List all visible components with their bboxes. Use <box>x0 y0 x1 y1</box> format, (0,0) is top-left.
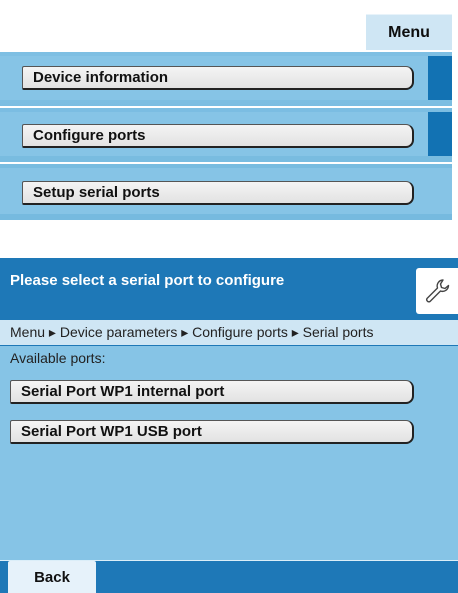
menu-divider <box>0 50 452 52</box>
serial-port-dialog: Please select a serial port to configure… <box>0 258 458 593</box>
dialog-footer: Back <box>0 560 458 593</box>
available-ports-label: Available ports: <box>10 350 106 366</box>
menu-divider <box>0 162 452 164</box>
dialog-header: Please select a serial port to configure <box>0 258 458 320</box>
breadcrumb: Menu ▸ Device parameters ▸ Configure por… <box>0 320 458 346</box>
back-button[interactable]: Back <box>8 561 96 593</box>
menu-divider <box>0 106 452 108</box>
menu-tab[interactable]: Menu <box>366 14 452 51</box>
menu-screen: Menu Device information Configure ports … <box>0 0 458 220</box>
menu-list: Device information Configure ports Setup… <box>0 50 452 220</box>
menu-row-indicator <box>428 56 452 100</box>
menu-row-indicator <box>428 112 452 156</box>
wrench-icon[interactable] <box>416 268 458 314</box>
setup-serial-ports-button[interactable]: Setup serial ports <box>22 181 414 205</box>
serial-port-internal-button[interactable]: Serial Port WP1 internal port <box>10 380 414 404</box>
dialog-title: Please select a serial port to configure <box>10 272 285 289</box>
device-information-button[interactable]: Device information <box>22 66 414 90</box>
configure-ports-button[interactable]: Configure ports <box>22 124 414 148</box>
serial-port-usb-button[interactable]: Serial Port WP1 USB port <box>10 420 414 444</box>
